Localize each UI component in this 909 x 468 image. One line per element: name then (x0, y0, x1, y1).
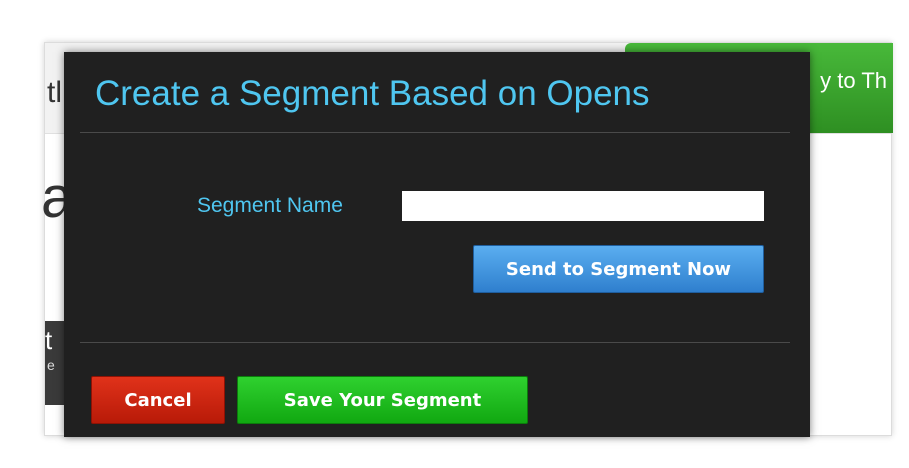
send-to-segment-button[interactable]: Send to Segment Now (473, 245, 764, 293)
modal-title: Create a Segment Based on Opens (95, 74, 650, 113)
background-header-text: tl (47, 76, 62, 109)
footer-divider (80, 342, 790, 343)
segment-name-input[interactable] (402, 191, 764, 221)
screen: tl y to Th a t e Create a Segment Based … (0, 0, 909, 468)
save-segment-button[interactable]: Save Your Segment (237, 376, 528, 424)
header-divider (80, 132, 790, 133)
cancel-button[interactable]: Cancel (91, 376, 225, 424)
background-panel-subtext: e (47, 357, 55, 373)
segment-name-label: Segment Name (197, 194, 343, 217)
create-segment-modal: Create a Segment Based on Opens Segment … (64, 52, 810, 437)
background-panel-text: t (45, 325, 53, 355)
